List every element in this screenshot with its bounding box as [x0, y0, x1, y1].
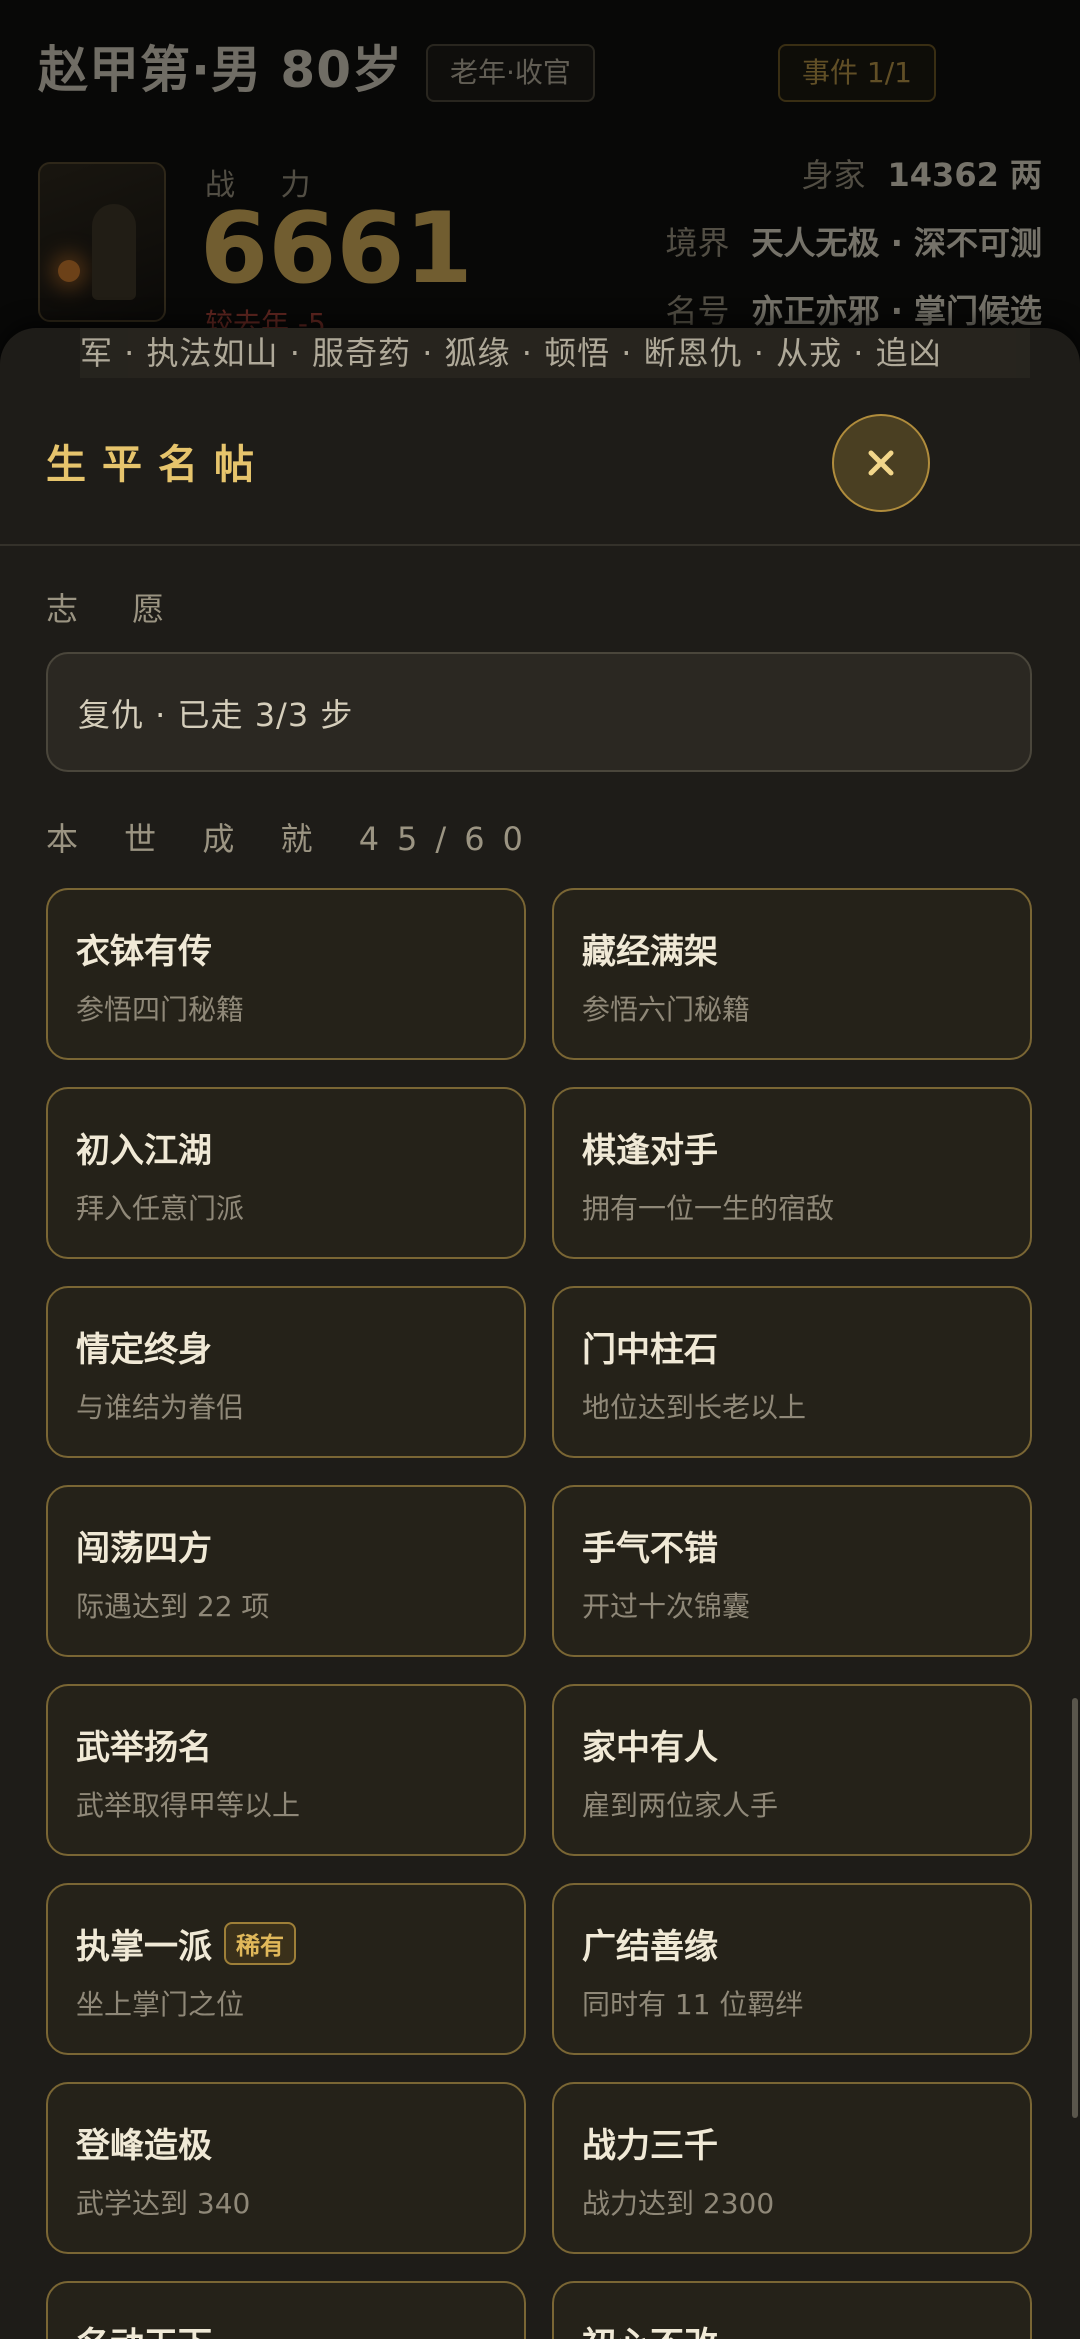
wealth-row: 身家 14362 两 — [802, 150, 1043, 196]
achievement-desc: 武举取得甲等以上 — [76, 1789, 301, 1822]
achievement-desc: 同时有 11 位羁绊 — [582, 1988, 804, 2021]
achievement-title: 登峰造极 — [76, 2126, 212, 2166]
rare-badge: 稀有 — [224, 1922, 296, 1965]
achievement-title: 闯荡四方 — [76, 1529, 212, 1569]
achievement-desc: 拜入任意门派 — [76, 1192, 245, 1225]
achievement-desc: 战力达到 2300 — [582, 2187, 775, 2220]
realm-row: 境界 天人无极 · 深不可测 — [666, 218, 1042, 264]
realm-value: 天人无极 · 深不可测 — [751, 224, 1042, 262]
achievement-card[interactable]: 情定终身 与谁结为眷侣 — [46, 1286, 526, 1458]
power-value: 6661 — [200, 192, 473, 306]
achievement-title-row: 执掌一派 稀有 — [76, 1919, 296, 1968]
biography-sheet: 军 · 执法如山 · 服奇药 · 狐缘 · 顿悟 · 断恩仇 · 从戎 · 追凶… — [0, 328, 1080, 2339]
achievement-title: 战力三千 — [582, 2126, 718, 2166]
wish-text: 复仇 · 已走 3/3 步 — [78, 696, 354, 734]
achievement-card[interactable]: 衣钵有传 参悟四门秘籍 — [46, 888, 526, 1060]
achievement-title: 家中有人 — [582, 1728, 718, 1768]
lantern-glow — [58, 260, 80, 282]
achievement-desc: 坐上掌门之位 — [76, 1988, 245, 2021]
achievement-title: 衣钵有传 — [76, 932, 212, 972]
achievement-desc: 参悟六门秘籍 — [582, 993, 751, 1026]
achievement-desc: 雇到两位家人手 — [582, 1789, 779, 1822]
wish-section-label: 志 愿 — [46, 590, 187, 628]
achievement-title: 初入江湖 — [76, 1131, 212, 1171]
traits-strip: 军 · 执法如山 · 服奇药 · 狐缘 · 顿悟 · 断恩仇 · 从戎 · 追凶 — [80, 328, 1030, 378]
event-counter-badge[interactable]: 事件 1/1 — [778, 44, 936, 102]
title-value: 亦正亦邪 · 掌门候选 — [751, 292, 1042, 330]
achievement-desc: 武学达到 340 — [76, 2187, 251, 2220]
life-stage-badge: 老年·收官 — [426, 44, 595, 102]
achievement-card[interactable]: 藏经满架 参悟六门秘籍 — [552, 888, 1032, 1060]
achievement-card[interactable]: 初心不改 — [552, 2281, 1032, 2339]
character-portrait[interactable] — [38, 162, 166, 322]
achievement-title: 执掌一派 — [76, 1927, 212, 1967]
achievement-title: 名动天下 — [76, 2317, 212, 2339]
achievement-card[interactable]: 棋逢对手 拥有一位一生的宿敌 — [552, 1087, 1032, 1259]
achievement-card[interactable]: 登峰造极 武学达到 340 — [46, 2082, 526, 2254]
achievement-card[interactable]: 初入江湖 拜入任意门派 — [46, 1087, 526, 1259]
achievement-desc: 参悟四门秘籍 — [76, 993, 245, 1026]
achievement-card[interactable]: 武举扬名 武举取得甲等以上 — [46, 1684, 526, 1856]
achievements-section-label: 本 世 成 就 45/60 — [46, 820, 541, 858]
achievement-card[interactable]: 广结善缘 同时有 11 位羁绊 — [552, 1883, 1032, 2055]
wealth-value: 14362 两 — [887, 156, 1042, 194]
achievement-title: 情定终身 — [76, 1330, 212, 1370]
achievement-card[interactable]: 家中有人 雇到两位家人手 — [552, 1684, 1032, 1856]
title-label: 名号 — [665, 292, 730, 330]
achievement-title: 棋逢对手 — [582, 1131, 718, 1171]
scrollbar[interactable] — [1072, 1698, 1078, 2118]
achievement-title: 武举扬名 — [76, 1728, 212, 1768]
close-x-icon — [868, 450, 894, 476]
wealth-label: 身家 — [801, 156, 866, 194]
close-button[interactable] — [832, 414, 930, 512]
achievement-card[interactable]: 战力三千 战力达到 2300 — [552, 2082, 1032, 2254]
title-row: 名号 亦正亦邪 · 掌门候选 — [666, 286, 1042, 332]
achievement-desc: 与谁结为眷侣 — [76, 1391, 245, 1424]
achievement-card[interactable]: 手气不错 开过十次锦囊 — [552, 1485, 1032, 1657]
achievement-title: 门中柱石 — [582, 1330, 718, 1370]
achievement-card[interactable]: 名动天下 — [46, 2281, 526, 2339]
achievement-desc: 开过十次锦囊 — [582, 1590, 751, 1623]
achievement-desc: 地位达到长老以上 — [582, 1391, 807, 1424]
achievement-title: 手气不错 — [582, 1529, 718, 1569]
achievement-desc: 拥有一位一生的宿敌 — [582, 1192, 835, 1225]
character-name: 赵甲第·男 80岁 — [38, 41, 403, 99]
achievement-title: 藏经满架 — [582, 932, 718, 972]
sheet-title: 生平名帖 — [46, 442, 270, 488]
sheet-header: 生平名帖 — [0, 378, 1080, 546]
portrait-figure — [92, 204, 136, 300]
realm-label: 境界 — [665, 224, 730, 262]
achievement-card[interactable]: 执掌一派 稀有 坐上掌门之位 — [46, 1883, 526, 2055]
achievement-desc: 际遇达到 22 项 — [76, 1590, 270, 1623]
achievement-card[interactable]: 门中柱石 地位达到长老以上 — [552, 1286, 1032, 1458]
achievement-title: 广结善缘 — [582, 1927, 718, 1967]
wish-box[interactable]: 复仇 · 已走 3/3 步 — [46, 652, 1032, 772]
achievement-title: 初心不改 — [582, 2317, 718, 2339]
character-header: 赵甲第·男 80岁 老年·收官 事件 1/1 战 力 6661 较去年 -5 身… — [0, 0, 1080, 380]
achievement-card[interactable]: 闯荡四方 际遇达到 22 项 — [46, 1485, 526, 1657]
